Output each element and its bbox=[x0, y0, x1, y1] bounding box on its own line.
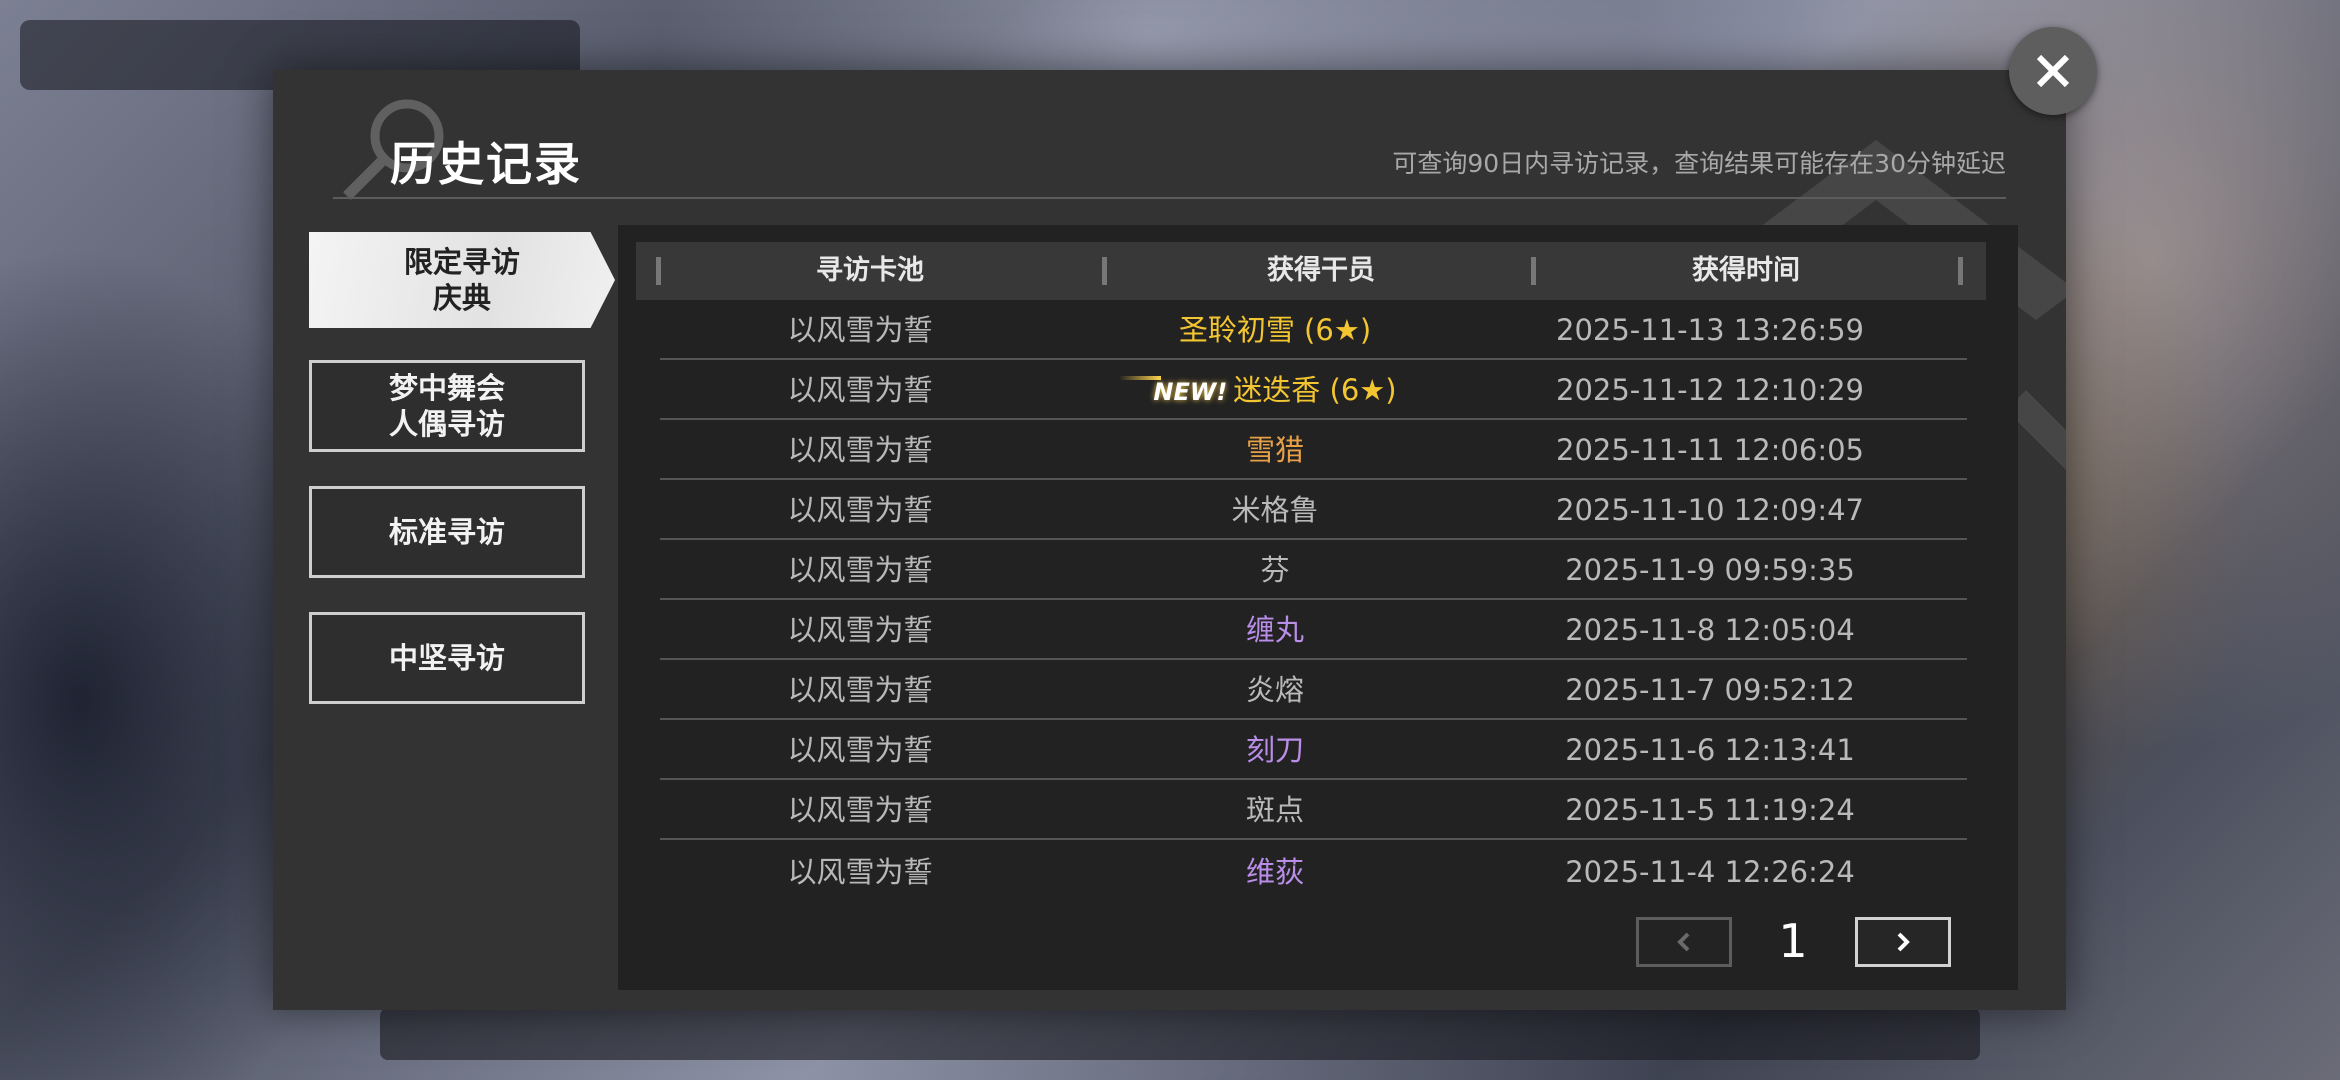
table-row: 以风雪为誓 雪猎 2025-11-11 12:06:05 bbox=[660, 420, 1967, 480]
operator-cell: NEW! 迷迭香 (6★) bbox=[1060, 360, 1490, 420]
background-blur-bottom bbox=[380, 1008, 1980, 1060]
row-divider bbox=[660, 838, 1967, 840]
close-icon bbox=[2036, 54, 2070, 88]
pool-cell: 以风雪为誓 bbox=[787, 733, 933, 767]
chevron-right-icon bbox=[1897, 932, 1910, 952]
operator-cell: 炎熔 bbox=[1060, 660, 1490, 720]
previous-page-button[interactable] bbox=[1636, 917, 1732, 967]
column-header-operator: 获得干员 bbox=[1267, 255, 1375, 286]
time-cell: 2025-11-8 12:05:04 bbox=[1565, 613, 1855, 647]
tab-core[interactable]: 中坚寻访 bbox=[309, 612, 585, 704]
pool-cell: 以风雪为誓 bbox=[787, 613, 933, 647]
operator-name: 芬 bbox=[1260, 553, 1290, 587]
time-cell: 2025-11-7 09:52:12 bbox=[1565, 673, 1855, 707]
header-separator bbox=[1958, 257, 1963, 285]
table-row: 以风雪为誓 圣聆初雪 (6★) 2025-11-13 13:26:59 bbox=[660, 300, 1967, 360]
operator-cell: 圣聆初雪 (6★) bbox=[1060, 300, 1490, 360]
operator-name: 斑点 bbox=[1245, 793, 1304, 827]
time-cell: 2025-11-6 12:13:41 bbox=[1565, 733, 1855, 767]
operator-cell: 维荻 bbox=[1060, 842, 1490, 902]
time-cell: 2025-11-12 12:10:29 bbox=[1556, 373, 1864, 407]
operator-cell: 刻刀 bbox=[1060, 720, 1490, 780]
next-page-button[interactable] bbox=[1855, 917, 1951, 967]
operator-name: 刻刀 bbox=[1245, 733, 1304, 767]
operator-cell: 芬 bbox=[1060, 540, 1490, 600]
table-header: 寻访卡池 获得干员 获得时间 bbox=[636, 242, 1986, 300]
table-row: 以风雪为誓 米格鲁 2025-11-10 12:09:47 bbox=[660, 480, 1967, 540]
operator-name: 维荻 bbox=[1245, 855, 1304, 889]
history-dialog: 历史记录 可查询90日内寻访记录，查询结果可能存在30分钟延迟 限定寻访 庆典 … bbox=[273, 70, 2066, 1010]
operator-name: 炎熔 bbox=[1245, 673, 1304, 707]
chevron-left-icon bbox=[1677, 932, 1690, 952]
page-title: 历史记录 bbox=[390, 137, 582, 191]
pool-cell: 以风雪为誓 bbox=[787, 493, 933, 527]
time-cell: 2025-11-10 12:09:47 bbox=[1556, 493, 1864, 527]
table-row: 以风雪为誓 刻刀 2025-11-6 12:13:41 bbox=[660, 720, 1967, 780]
tab-limited-celebration[interactable]: 限定寻访 庆典 bbox=[309, 232, 615, 328]
operator-cell: 斑点 bbox=[1060, 780, 1490, 840]
pool-cell: 以风雪为誓 bbox=[787, 433, 933, 467]
operator-name: 雪猎 bbox=[1245, 433, 1304, 467]
table-row: 以风雪为誓 芬 2025-11-9 09:59:35 bbox=[660, 540, 1967, 600]
title-divider bbox=[333, 197, 2006, 199]
pool-cell: 以风雪为誓 bbox=[787, 373, 933, 407]
operator-cell: 米格鲁 bbox=[1060, 480, 1490, 540]
time-cell: 2025-11-9 09:59:35 bbox=[1565, 553, 1855, 587]
operator-name: 米格鲁 bbox=[1231, 493, 1319, 527]
tab-dream-ball-doll[interactable]: 梦中舞会 人偶寻访 bbox=[309, 360, 585, 452]
current-page-number: 1 bbox=[1778, 914, 1808, 968]
pool-cell: 以风雪为誓 bbox=[787, 855, 933, 889]
table-row: 以风雪为誓 炎熔 2025-11-7 09:52:12 bbox=[660, 660, 1967, 720]
pool-cell: 以风雪为誓 bbox=[787, 793, 933, 827]
table-row: 以风雪为誓 斑点 2025-11-5 11:19:24 bbox=[660, 780, 1967, 840]
table-row: 以风雪为誓 NEW! 迷迭香 (6★) 2025-11-12 12:10:29 bbox=[660, 360, 1967, 420]
pool-cell: 以风雪为誓 bbox=[787, 313, 933, 347]
column-header-pool: 寻访卡池 bbox=[816, 255, 924, 286]
operator-name: 圣聆初雪 (6★) bbox=[1178, 313, 1372, 347]
operator-name: 迷迭香 (6★) bbox=[1233, 373, 1397, 407]
records-panel: 寻访卡池 获得干员 获得时间 以风雪为誓 圣聆初雪 (6★) 2025-11-1… bbox=[618, 225, 2018, 990]
time-cell: 2025-11-13 13:26:59 bbox=[1556, 313, 1864, 347]
table-row: 以风雪为誓 缠丸 2025-11-8 12:05:04 bbox=[660, 600, 1967, 660]
time-cell: 2025-11-11 12:06:05 bbox=[1556, 433, 1864, 467]
operator-cell: 雪猎 bbox=[1060, 420, 1490, 480]
column-header-time: 获得时间 bbox=[1692, 255, 1800, 286]
operator-cell: 缠丸 bbox=[1060, 600, 1490, 660]
pool-cell: 以风雪为誓 bbox=[787, 673, 933, 707]
pool-cell: 以风雪为誓 bbox=[787, 553, 933, 587]
operator-name: 缠丸 bbox=[1245, 613, 1304, 647]
new-badge: NEW! bbox=[1119, 362, 1227, 422]
query-notice: 可查询90日内寻访记录，查询结果可能存在30分钟延迟 bbox=[1392, 149, 2006, 178]
tab-standard[interactable]: 标准寻访 bbox=[309, 486, 585, 578]
close-button[interactable] bbox=[2009, 27, 2097, 115]
table-row: 以风雪为誓 维荻 2025-11-4 12:26:24 bbox=[660, 842, 1967, 902]
time-cell: 2025-11-4 12:26:24 bbox=[1565, 855, 1855, 889]
time-cell: 2025-11-5 11:19:24 bbox=[1565, 793, 1855, 827]
